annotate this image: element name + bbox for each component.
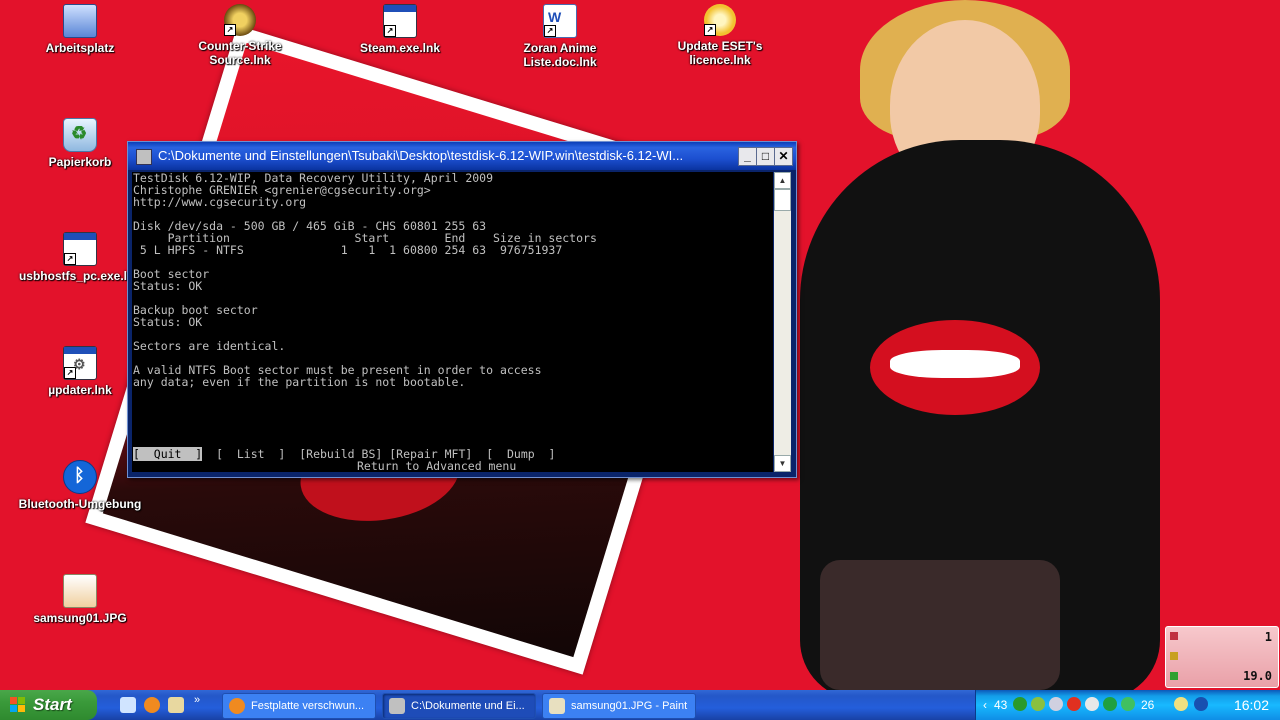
jpg-image-icon: [63, 574, 97, 608]
gadget-indicator-icon: [1170, 672, 1178, 680]
quicklaunch-more-icon[interactable]: »: [194, 694, 210, 710]
tray-app-icon[interactable]: [1103, 697, 1117, 711]
console-line: Boot sector: [133, 267, 210, 281]
gadget-indicator-icon: [1170, 632, 1178, 640]
console-line: Status: OK: [133, 279, 203, 293]
console-line: Backup boot sector: [133, 303, 258, 317]
system-monitor-gadget[interactable]: 1 19.0: [1165, 626, 1279, 688]
scroll-down-arrow-icon[interactable]: ▼: [774, 455, 791, 472]
tray-antivirus-icon[interactable]: [1067, 697, 1081, 711]
gadget-indicator-icon: [1170, 652, 1178, 660]
application-window-icon: ↗: [63, 232, 97, 266]
console-line: Status: OK: [133, 315, 203, 329]
console-icon: [389, 698, 405, 714]
quicklaunch-app-icon[interactable]: [168, 697, 184, 713]
desktop-icon-papierkorb[interactable]: Papierkorb: [15, 118, 145, 169]
console-line: Sectors are identical.: [133, 339, 286, 353]
firefox-icon: [229, 698, 245, 714]
tray-weather-icon[interactable]: [1174, 697, 1188, 711]
start-button[interactable]: Start: [0, 690, 97, 720]
quicklaunch-desktop-icon[interactable]: [120, 697, 136, 713]
application-window-icon: ↗: [383, 4, 417, 38]
window-titlebar[interactable]: C:\Dokumente und Einstellungen\Tsubaki\D…: [128, 142, 796, 170]
tray-app-icon[interactable]: [1049, 697, 1063, 711]
testdisk-console-window[interactable]: C:\Dokumente und Einstellungen\Tsubaki\D…: [127, 141, 797, 478]
minimize-button[interactable]: _: [738, 147, 757, 166]
console-line: any data; even if the partition is not b…: [133, 375, 466, 389]
desktop-icon-arbeitsplatz[interactable]: Arbeitsplatz: [15, 4, 145, 55]
close-button[interactable]: ✕: [774, 147, 793, 166]
tray-value-2: 26: [1141, 698, 1155, 712]
console-line: 5 L HPFS - NTFS 1 1 1 60800 254 63 97675…: [133, 243, 563, 257]
task-console[interactable]: C:\Dokumente und Ei...: [382, 693, 536, 719]
tray-network-icon[interactable]: [1013, 697, 1027, 711]
menu-quit[interactable]: [ Quit ]: [133, 447, 203, 461]
vertical-scrollbar[interactable]: ▲ ▼: [774, 172, 791, 472]
word-document-icon: ↗: [543, 4, 577, 38]
eset-update-icon: ↗: [704, 4, 736, 36]
updater-gear-icon: ↗: [63, 346, 97, 380]
desktop-icon-samsung01[interactable]: samsung01.JPG: [15, 574, 145, 625]
tray-app-icon[interactable]: [1031, 697, 1045, 711]
paint-icon: [549, 698, 565, 714]
window-title: C:\Dokumente und Einstellungen\Tsubaki\D…: [158, 148, 684, 163]
console-icon: [136, 149, 152, 165]
desktop-icon-counter-strike[interactable]: ↗ Counter-Strike Source.lnk: [175, 4, 305, 67]
desktop-icon-zoran-anime-liste[interactable]: ↗ Zoran Anime Liste.doc.lnk: [495, 4, 625, 69]
console-line: http://www.cgsecurity.org: [133, 195, 307, 209]
menu-list[interactable]: [ List ]: [216, 447, 285, 461]
windows-logo-icon: [10, 697, 25, 712]
tray-app-icon[interactable]: [1085, 697, 1099, 711]
desktop-icon-eset-update[interactable]: ↗ Update ESET's licence.lnk: [650, 4, 790, 67]
console-text: TestDisk 6.12-WIP, Data Recovery Utility…: [132, 172, 773, 388]
desktop-icon-steam[interactable]: ↗ Steam.exe.lnk: [335, 4, 465, 55]
my-computer-icon: [63, 4, 97, 38]
recycle-bin-icon: [63, 118, 97, 152]
desktop-icon-usbhostfs[interactable]: ↗ usbhostfs_pc.exe.lnk: [15, 232, 145, 283]
tray-app-icon[interactable]: [1194, 697, 1208, 711]
quicklaunch-firefox-icon[interactable]: [144, 697, 160, 713]
scroll-thumb[interactable]: [774, 189, 791, 211]
task-firefox[interactable]: Festplatte verschwun...: [222, 693, 376, 719]
maximize-button[interactable]: □: [756, 147, 775, 166]
tray-value-1: 43: [994, 698, 1008, 712]
system-tray: ‹ 43 26 16:02: [975, 690, 1280, 720]
task-paint[interactable]: samsung01.JPG - Paint: [542, 693, 696, 719]
gadget-bottom-value: 19.0: [1243, 669, 1272, 683]
bluetooth-icon: [63, 460, 97, 494]
desktop-icon-updater[interactable]: ↗ µpdater.lnk: [15, 346, 145, 397]
scroll-up-arrow-icon[interactable]: ▲: [774, 172, 791, 189]
gadget-top-value: 1: [1264, 630, 1272, 644]
tray-expand-icon[interactable]: ‹: [978, 698, 992, 712]
wallpaper-figure-legs: [820, 560, 1060, 690]
counter-strike-icon: ↗: [224, 4, 256, 36]
taskbar: Start » Festplatte verschwun... C:\Dokum…: [0, 690, 1280, 720]
tray-app-icon[interactable]: [1121, 697, 1135, 711]
menu-hint: Return to Advanced menu: [357, 459, 517, 472]
desktop-icon-bluetooth[interactable]: Bluetooth-Umgebung: [15, 460, 145, 511]
console-output[interactable]: TestDisk 6.12-WIP, Data Recovery Utility…: [132, 172, 773, 472]
tray-clock[interactable]: 16:02: [1234, 690, 1269, 720]
